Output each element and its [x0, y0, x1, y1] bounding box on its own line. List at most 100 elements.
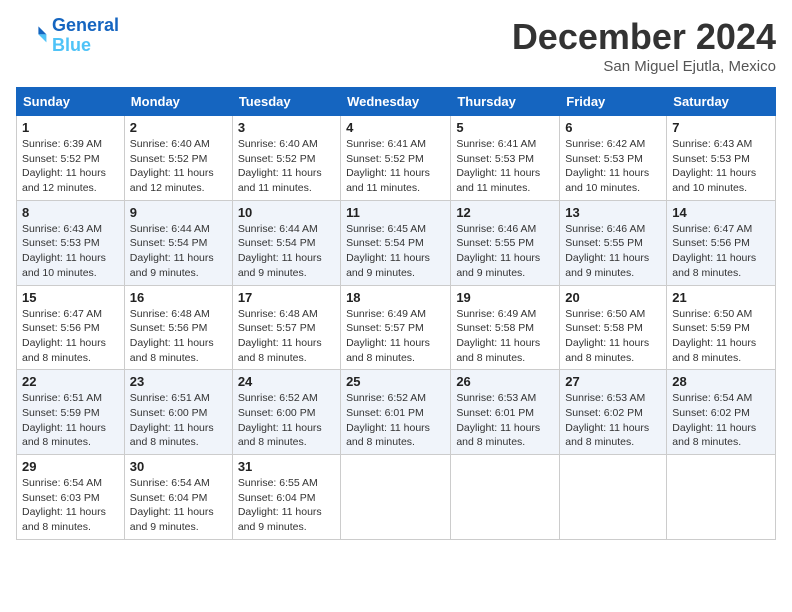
calendar-cell: 25 Sunrise: 6:52 AMSunset: 6:01 PMDayligh… — [341, 370, 451, 455]
calendar-cell: 2Sunrise: 6:40 AMSunset: 5:52 PMDaylight… — [124, 116, 232, 201]
calendar-cell: 26 Sunrise: 6:53 AMSunset: 6:01 PMDayligh… — [451, 370, 560, 455]
day-info: Sunrise: 6:55 AMSunset: 6:04 PMDaylight:… — [238, 476, 335, 535]
day-info: Sunrise: 6:49 AMSunset: 5:58 PMDaylight:… — [456, 307, 554, 366]
day-info: Sunrise: 6:50 AMSunset: 5:58 PMDaylight:… — [565, 307, 661, 366]
weekday-header-thursday: Thursday — [451, 88, 560, 116]
day-number: 22 — [22, 374, 119, 389]
calendar-table: SundayMondayTuesdayWednesdayThursdayFrid… — [16, 87, 776, 540]
day-info: Sunrise: 6:54 AMSunset: 6:02 PMDaylight:… — [672, 391, 770, 450]
day-number: 2 — [130, 120, 227, 135]
day-number: 5 — [456, 120, 554, 135]
day-number: 26 — [456, 374, 554, 389]
day-info: Sunrise: 6:48 AMSunset: 5:57 PMDaylight:… — [238, 307, 335, 366]
day-number: 27 — [565, 374, 661, 389]
title-block: December 2024 San Miguel Ejutla, Mexico — [512, 16, 776, 75]
day-info: Sunrise: 6:43 AMSunset: 5:53 PMDaylight:… — [672, 137, 770, 196]
day-number: 30 — [130, 459, 227, 474]
calendar-cell: 17 Sunrise: 6:48 AMSunset: 5:57 PMDayligh… — [232, 285, 340, 370]
day-info: Sunrise: 6:52 AMSunset: 6:00 PMDaylight:… — [238, 391, 335, 450]
calendar-cell — [451, 455, 560, 540]
calendar-cell: 23Sunrise: 6:51 AMSunset: 6:00 PMDayligh… — [124, 370, 232, 455]
weekday-header-monday: Monday — [124, 88, 232, 116]
page-header: General Blue December 2024 San Miguel Ej… — [16, 16, 776, 75]
day-info: Sunrise: 6:54 AMSunset: 6:04 PMDaylight:… — [130, 476, 227, 535]
day-number: 10 — [238, 205, 335, 220]
calendar-week-1: 1Sunrise: 6:39 AMSunset: 5:52 PMDaylight… — [17, 116, 776, 201]
day-info: Sunrise: 6:41 AMSunset: 5:53 PMDaylight:… — [456, 137, 554, 196]
calendar-cell: 30 Sunrise: 6:54 AMSunset: 6:04 PMDayligh… — [124, 455, 232, 540]
day-number: 16 — [130, 290, 227, 305]
calendar-cell: 20Sunrise: 6:50 AMSunset: 5:58 PMDayligh… — [560, 285, 667, 370]
day-info: Sunrise: 6:54 AMSunset: 6:03 PMDaylight:… — [22, 476, 119, 535]
day-number: 29 — [22, 459, 119, 474]
month-title: December 2024 — [512, 16, 776, 58]
weekday-header-tuesday: Tuesday — [232, 88, 340, 116]
calendar-cell: 3 Sunrise: 6:40 AMSunset: 5:52 PMDaylight… — [232, 116, 340, 201]
day-number: 4 — [346, 120, 445, 135]
calendar-cell: 18 Sunrise: 6:49 AMSunset: 5:57 PMDayligh… — [341, 285, 451, 370]
weekday-header-sunday: Sunday — [17, 88, 125, 116]
day-number: 9 — [130, 205, 227, 220]
calendar-cell: 19 Sunrise: 6:49 AMSunset: 5:58 PMDayligh… — [451, 285, 560, 370]
day-number: 18 — [346, 290, 445, 305]
calendar-cell: 9 Sunrise: 6:44 AMSunset: 5:54 PMDaylight… — [124, 200, 232, 285]
day-info: Sunrise: 6:47 AMSunset: 5:56 PMDaylight:… — [672, 222, 770, 281]
day-number: 17 — [238, 290, 335, 305]
calendar-cell: 6 Sunrise: 6:42 AMSunset: 5:53 PMDaylight… — [560, 116, 667, 201]
day-number: 13 — [565, 205, 661, 220]
calendar-header: SundayMondayTuesdayWednesdayThursdayFrid… — [17, 88, 776, 116]
day-info: Sunrise: 6:44 AMSunset: 5:54 PMDaylight:… — [238, 222, 335, 281]
calendar-cell: 10 Sunrise: 6:44 AMSunset: 5:54 PMDayligh… — [232, 200, 340, 285]
calendar-cell: 4 Sunrise: 6:41 AMSunset: 5:52 PMDaylight… — [341, 116, 451, 201]
calendar-cell: 8Sunrise: 6:43 AMSunset: 5:53 PMDaylight… — [17, 200, 125, 285]
day-number: 8 — [22, 205, 119, 220]
calendar-cell: 12Sunrise: 6:46 AMSunset: 5:55 PMDayligh… — [451, 200, 560, 285]
calendar-cell — [560, 455, 667, 540]
day-info: Sunrise: 6:44 AMSunset: 5:54 PMDaylight:… — [130, 222, 227, 281]
calendar-cell — [667, 455, 776, 540]
day-info: Sunrise: 6:53 AMSunset: 6:01 PMDaylight:… — [456, 391, 554, 450]
calendar-week-5: 29 Sunrise: 6:54 AMSunset: 6:03 PMDayligh… — [17, 455, 776, 540]
day-number: 14 — [672, 205, 770, 220]
calendar-cell: 1Sunrise: 6:39 AMSunset: 5:52 PMDaylight… — [17, 116, 125, 201]
calendar-cell: 31Sunrise: 6:55 AMSunset: 6:04 PMDayligh… — [232, 455, 340, 540]
calendar-cell: 15Sunrise: 6:47 AMSunset: 5:56 PMDayligh… — [17, 285, 125, 370]
calendar-cell: 13Sunrise: 6:46 AMSunset: 5:55 PMDayligh… — [560, 200, 667, 285]
day-number: 23 — [130, 374, 227, 389]
day-info: Sunrise: 6:45 AMSunset: 5:54 PMDaylight:… — [346, 222, 445, 281]
day-number: 1 — [22, 120, 119, 135]
weekday-header-friday: Friday — [560, 88, 667, 116]
calendar-cell: 24 Sunrise: 6:52 AMSunset: 6:00 PMDayligh… — [232, 370, 340, 455]
day-number: 7 — [672, 120, 770, 135]
calendar-cell: 16Sunrise: 6:48 AMSunset: 5:56 PMDayligh… — [124, 285, 232, 370]
calendar-cell: 21Sunrise: 6:50 AMSunset: 5:59 PMDayligh… — [667, 285, 776, 370]
calendar-cell — [341, 455, 451, 540]
day-info: Sunrise: 6:49 AMSunset: 5:57 PMDaylight:… — [346, 307, 445, 366]
calendar-week-4: 22 Sunrise: 6:51 AMSunset: 5:59 PMDayligh… — [17, 370, 776, 455]
calendar-cell: 29 Sunrise: 6:54 AMSunset: 6:03 PMDayligh… — [17, 455, 125, 540]
logo-icon — [16, 20, 48, 52]
calendar-cell: 11Sunrise: 6:45 AMSunset: 5:54 PMDayligh… — [341, 200, 451, 285]
day-number: 19 — [456, 290, 554, 305]
day-info: Sunrise: 6:52 AMSunset: 6:01 PMDaylight:… — [346, 391, 445, 450]
calendar-week-3: 15Sunrise: 6:47 AMSunset: 5:56 PMDayligh… — [17, 285, 776, 370]
day-info: Sunrise: 6:41 AMSunset: 5:52 PMDaylight:… — [346, 137, 445, 196]
day-info: Sunrise: 6:40 AMSunset: 5:52 PMDaylight:… — [238, 137, 335, 196]
calendar-cell: 28 Sunrise: 6:54 AMSunset: 6:02 PMDayligh… — [667, 370, 776, 455]
day-info: Sunrise: 6:46 AMSunset: 5:55 PMDaylight:… — [456, 222, 554, 281]
day-number: 28 — [672, 374, 770, 389]
weekday-header-wednesday: Wednesday — [341, 88, 451, 116]
day-number: 24 — [238, 374, 335, 389]
calendar-cell: 27 Sunrise: 6:53 AMSunset: 6:02 PMDayligh… — [560, 370, 667, 455]
day-number: 6 — [565, 120, 661, 135]
day-number: 25 — [346, 374, 445, 389]
logo-text: General Blue — [52, 16, 119, 56]
calendar-cell: 5 Sunrise: 6:41 AMSunset: 5:53 PMDaylight… — [451, 116, 560, 201]
day-info: Sunrise: 6:53 AMSunset: 6:02 PMDaylight:… — [565, 391, 661, 450]
day-number: 15 — [22, 290, 119, 305]
calendar-cell: 22 Sunrise: 6:51 AMSunset: 5:59 PMDayligh… — [17, 370, 125, 455]
day-info: Sunrise: 6:51 AMSunset: 5:59 PMDaylight:… — [22, 391, 119, 450]
location-subtitle: San Miguel Ejutla, Mexico — [512, 58, 776, 75]
day-number: 3 — [238, 120, 335, 135]
day-info: Sunrise: 6:42 AMSunset: 5:53 PMDaylight:… — [565, 137, 661, 196]
